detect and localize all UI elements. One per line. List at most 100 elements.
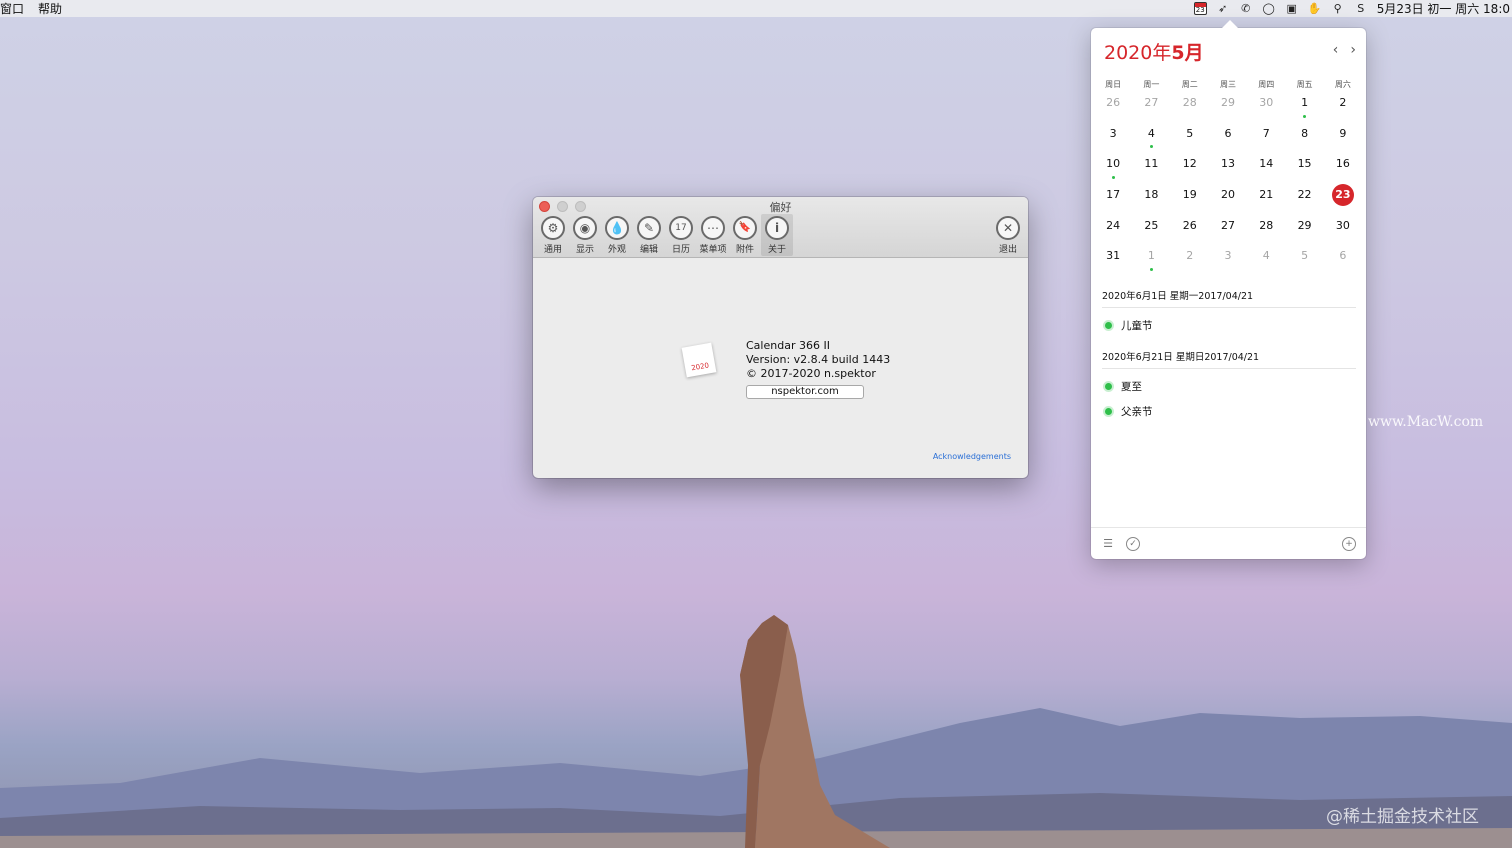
tab-edit[interactable]: ✎ 编辑 xyxy=(633,214,665,256)
day-cell[interactable]: 5 xyxy=(1171,122,1209,153)
popover-footer: ☰ ✓ + xyxy=(1091,527,1366,559)
event-item[interactable]: 夏至 xyxy=(1102,379,1356,394)
acknowledgements-link[interactable]: Acknowledgements xyxy=(933,452,1011,461)
day-cell[interactable]: 24 xyxy=(1094,214,1132,245)
day-cell[interactable]: 1 xyxy=(1285,91,1323,122)
day-number: 22 xyxy=(1297,188,1312,202)
day-cell[interactable]: 22 xyxy=(1285,183,1323,214)
drop-icon: 💧 xyxy=(605,216,629,240)
day-number: 28 xyxy=(1182,96,1197,109)
tab-appearance[interactable]: 💧 外观 xyxy=(601,214,633,256)
day-cell[interactable]: 6 xyxy=(1209,122,1247,153)
calendar-menubar-icon[interactable]: 23 xyxy=(1193,2,1207,15)
screen-icon[interactable]: ▣ xyxy=(1285,2,1299,15)
juejin-watermark: @稀土掘金技术社区 xyxy=(1326,807,1479,827)
day-cell[interactable]: 25 xyxy=(1132,214,1170,245)
day-cell[interactable]: 8 xyxy=(1285,122,1323,153)
app-copyright: © 2017-2020 n.spektor xyxy=(746,367,876,380)
day-cell[interactable]: 10 xyxy=(1094,152,1132,183)
day-cell[interactable]: 18 xyxy=(1132,183,1170,214)
day-cell[interactable]: 29 xyxy=(1285,214,1323,245)
pin-icon[interactable]: ⚲ xyxy=(1331,2,1345,15)
day-cell[interactable]: 4 xyxy=(1132,122,1170,153)
hand-icon[interactable]: ✋ xyxy=(1308,2,1322,15)
day-cell[interactable]: 1 xyxy=(1132,244,1170,275)
tab-about[interactable]: i 关于 xyxy=(761,214,793,256)
quit-button[interactable]: ✕ 退出 xyxy=(992,214,1024,256)
day-cell[interactable]: 12 xyxy=(1171,152,1209,183)
day-cell[interactable]: 31 xyxy=(1094,244,1132,275)
event-item[interactable]: 儿童节 xyxy=(1102,318,1356,333)
checkmark-icon[interactable]: ✓ xyxy=(1126,536,1140,551)
s-icon[interactable]: S xyxy=(1354,2,1368,15)
day-cell[interactable]: 26 xyxy=(1094,91,1132,122)
day-cell[interactable]: 11 xyxy=(1132,152,1170,183)
day-cell[interactable]: 7 xyxy=(1247,122,1285,153)
event-title: 儿童节 xyxy=(1121,320,1153,332)
window-title: 偏好 xyxy=(769,201,792,214)
event-title: 父亲节 xyxy=(1121,406,1153,418)
tab-display-label: 显示 xyxy=(575,245,594,255)
day-number: 30 xyxy=(1259,96,1274,109)
event-indicator-dot xyxy=(1149,145,1153,149)
day-cell[interactable]: 3 xyxy=(1094,122,1132,153)
day-cell[interactable]: 28 xyxy=(1171,91,1209,122)
day-cell[interactable]: 9 xyxy=(1324,122,1362,153)
add-icon[interactable]: + xyxy=(1342,536,1356,551)
day-cell[interactable]: 13 xyxy=(1209,152,1247,183)
tab-attachments-label: 附件 xyxy=(735,245,754,255)
day-number: 28 xyxy=(1259,218,1274,232)
menu-window[interactable]: 窗口 xyxy=(0,0,24,17)
day-cell[interactable]: 30 xyxy=(1324,214,1362,245)
list-icon[interactable]: ☰ xyxy=(1101,537,1115,551)
prev-month-button[interactable]: ‹ xyxy=(1333,42,1339,58)
weekday-label: 周三 xyxy=(1219,80,1236,89)
next-month-button[interactable]: › xyxy=(1350,42,1356,58)
tab-calendar[interactable]: 17 日历 xyxy=(665,214,697,256)
day-number: 27 xyxy=(1144,96,1159,109)
wechat-icon[interactable]: ✆ xyxy=(1239,2,1253,15)
day-number: 26 xyxy=(1106,96,1121,109)
day-cell[interactable]: 27 xyxy=(1209,214,1247,245)
day-cell[interactable]: 14 xyxy=(1247,152,1285,183)
day-cell[interactable]: 29 xyxy=(1209,91,1247,122)
day-cell[interactable]: 6 xyxy=(1324,244,1362,275)
weekday-label: 周一 xyxy=(1143,80,1160,89)
day-cell[interactable]: 26 xyxy=(1171,214,1209,245)
event-item[interactable]: 父亲节 xyxy=(1102,404,1356,419)
event-dot-icon xyxy=(1103,406,1114,417)
day-cell[interactable]: 16 xyxy=(1324,152,1362,183)
day-cell[interactable]: 20 xyxy=(1209,183,1247,214)
day-cell[interactable]: 2 xyxy=(1171,244,1209,275)
day-number: 24 xyxy=(1106,218,1121,232)
bird-icon[interactable]: ➶ xyxy=(1216,2,1230,15)
tab-calendar-label: 日历 xyxy=(671,245,690,255)
day-cell[interactable]: 17 xyxy=(1094,183,1132,214)
app-icon-text: 2020 xyxy=(690,361,710,373)
day-cell[interactable]: 28 xyxy=(1247,214,1285,245)
tab-display[interactable]: ◉ 显示 xyxy=(569,214,601,256)
day-cell[interactable]: 2 xyxy=(1324,91,1362,122)
bookmark-icon: 🔖 xyxy=(733,216,757,240)
event-dot-icon xyxy=(1103,381,1114,392)
weekday-label: 周日 xyxy=(1105,80,1122,89)
website-button[interactable]: nspektor.com xyxy=(746,385,864,399)
day-cell[interactable]: 19 xyxy=(1171,183,1209,214)
tab-menu-items[interactable]: ⋯ 菜单项 xyxy=(697,214,729,256)
tab-attachments[interactable]: 🔖 附件 xyxy=(729,214,761,256)
day-number: 11 xyxy=(1144,157,1159,171)
day-cell[interactable]: 4 xyxy=(1247,244,1285,275)
day-cell-today[interactable]: 23 xyxy=(1324,183,1362,214)
day-cell[interactable]: 15 xyxy=(1285,152,1323,183)
day-cell[interactable]: 30 xyxy=(1247,91,1285,122)
menu-help[interactable]: 帮助 xyxy=(38,0,62,17)
chat-icon[interactable]: ◯ xyxy=(1262,2,1276,15)
day-cell[interactable]: 21 xyxy=(1247,183,1285,214)
menubar-clock[interactable]: 5月23日 初一 周六 18:0 xyxy=(1377,0,1510,17)
day-cell[interactable]: 27 xyxy=(1132,91,1170,122)
day-cell[interactable]: 5 xyxy=(1285,244,1323,275)
tab-general[interactable]: ⚙ 通用 xyxy=(537,214,569,256)
day-cell[interactable]: 3 xyxy=(1209,244,1247,275)
tab-edit-label: 编辑 xyxy=(639,245,658,255)
month-label: 5月 xyxy=(1171,42,1204,64)
